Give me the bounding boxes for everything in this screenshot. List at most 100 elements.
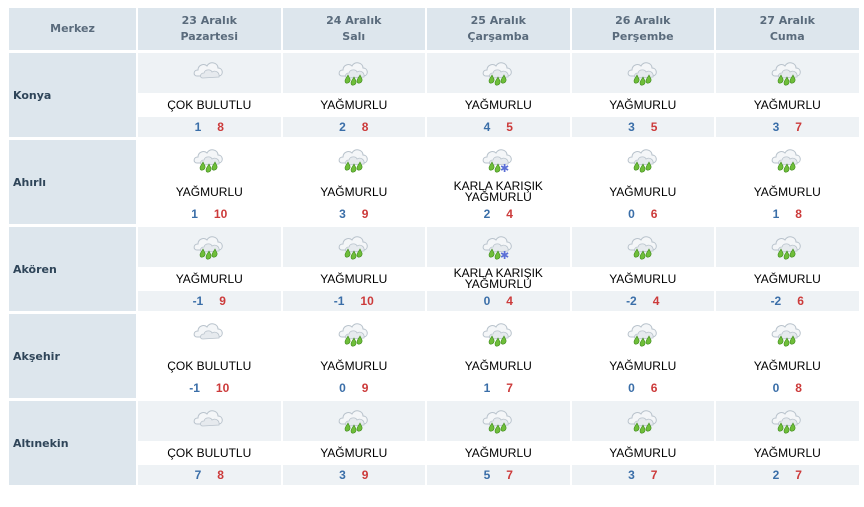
temp-max: 6: [797, 294, 804, 308]
temp-max: 6: [650, 207, 658, 221]
rain-icon: [482, 62, 512, 86]
rain-icon: [771, 149, 801, 173]
forecast-cell: YAĞMURLU -1 9: [138, 227, 281, 311]
row-location: Akören: [9, 227, 136, 311]
temp-max: 10: [360, 294, 374, 308]
temp-min: 3: [772, 120, 780, 134]
temperature-range: 37: [571, 465, 714, 485]
temp-max: 9: [361, 468, 369, 482]
temp-min: -1: [189, 381, 200, 395]
temp-max: 4: [652, 294, 660, 308]
forecast-cell: YAĞMURLU 2 8: [282, 53, 425, 137]
weather-icon-area: [571, 53, 714, 93]
header-day: 24 Aralık Salı: [282, 8, 425, 50]
header-date: 25 Aralık: [470, 14, 526, 27]
rain-icon: [771, 323, 801, 347]
header-weekday: Cuma: [769, 30, 805, 43]
forecast-cell: YAĞMURLU 3 9: [282, 401, 425, 485]
forecast-cell: YAĞMURLU 3 7: [571, 401, 714, 485]
temp-min: -2: [626, 294, 637, 308]
temperature-range: 57: [427, 465, 570, 485]
temperature-range: 06: [571, 204, 714, 224]
condition-label: YAĞMURLU: [571, 180, 714, 204]
forecast-cell: ÇOK BULUTLU 7 8: [138, 401, 281, 485]
temp-max: 4: [506, 207, 513, 221]
header-day: 26 Aralık Perşembe: [571, 8, 714, 50]
forecast-cell: YAĞMURLU 0 6: [571, 314, 714, 398]
temperature-range: 17: [427, 378, 570, 398]
weather-icon-area: ✱: [427, 227, 570, 267]
weather-icon-area: [716, 314, 859, 354]
weather-icon-area: [138, 140, 281, 180]
temp-min: -1: [333, 294, 345, 308]
condition-label: ÇOK BULUTLU: [138, 354, 281, 378]
temp-min: 3: [339, 207, 346, 221]
row-location: Ahırlı: [9, 140, 136, 224]
condition-label: YAĞMURLU: [716, 267, 859, 291]
cloudy-icon: [193, 62, 223, 79]
temp-max: 7: [650, 468, 658, 482]
temperature-range: -1 10: [138, 378, 281, 398]
temp-min: 3: [628, 468, 635, 482]
condition-label: YAĞMURLU: [282, 93, 425, 117]
condition-label: YAĞMURLU: [571, 93, 714, 117]
temperature-range: 28: [282, 117, 425, 137]
forecast-cell: YAĞMURLU 4 5: [427, 53, 570, 137]
rain-icon: [338, 62, 368, 86]
row-location: Akşehir: [9, 314, 136, 398]
condition-label: ÇOK BULUTLU: [138, 441, 281, 465]
weather-icon-area: ✱: [427, 140, 570, 180]
temperature-range: 1 10: [138, 204, 281, 224]
rain-icon: [627, 236, 657, 260]
temperature-range: 18: [716, 204, 859, 224]
header-day: 23 Aralık Pazartesi: [138, 8, 281, 50]
header-weekday: Salı: [342, 30, 366, 43]
weather-icon-area: [571, 401, 714, 441]
header-date: 23 Aralık: [181, 14, 237, 27]
temperature-range: -2 4: [571, 291, 714, 311]
temperature-range: 08: [716, 378, 859, 398]
svg-text:✱: ✱: [500, 162, 509, 175]
weather-icon-area: [427, 53, 570, 93]
temp-min: -2: [770, 294, 782, 308]
forecast-cell: YAĞMURLU -2 6: [716, 227, 859, 311]
weather-icon-area: [716, 227, 859, 267]
forecast-cell: YAĞMURLU 1 8: [716, 140, 859, 224]
temp-max: 9: [361, 381, 369, 395]
forecast-cell: ÇOK BULUTLU 1 8: [138, 53, 281, 137]
condition-label: YAĞMURLU: [282, 267, 425, 291]
condition-label: YAĞMURLU: [427, 93, 570, 117]
weather-icon-area: [138, 314, 281, 354]
condition-label: YAĞMURLU: [716, 180, 859, 204]
header-day: 25 Aralık Çarşamba: [427, 8, 570, 50]
weather-icon-area: [138, 401, 281, 441]
temperature-range: 37: [716, 117, 859, 137]
header-weekday: Pazartesi: [180, 30, 238, 43]
temp-min: 0: [628, 207, 635, 221]
weather-icon-area: [571, 140, 714, 180]
forecast-cell: ÇOK BULUTLU -1 10: [138, 314, 281, 398]
temp-max: 7: [795, 468, 802, 482]
condition-label: YAĞMURLU: [138, 180, 281, 204]
weather-icon-area: [427, 401, 570, 441]
temp-max: 8: [795, 381, 802, 395]
rain-icon: [627, 410, 657, 434]
rain-icon: [771, 62, 801, 86]
temperature-range: 09: [282, 378, 425, 398]
forecast-cell: YAĞMURLU -1 10: [282, 227, 425, 311]
temp-max: 4: [506, 294, 513, 308]
weather-icon-area: [427, 314, 570, 354]
temp-max: 10: [213, 207, 228, 221]
temp-max: 7: [795, 120, 802, 134]
cloudy-icon: [193, 410, 223, 427]
temperature-range: 45: [427, 117, 570, 137]
header-weekday: Perşembe: [611, 30, 674, 43]
temp-max: 7: [506, 468, 513, 482]
condition-label: YAĞMURLU: [716, 93, 859, 117]
weather-icon-area: [282, 401, 425, 441]
forecast-cell: YAĞMURLU 0 8: [716, 314, 859, 398]
sleet-icon: ✱: [482, 236, 512, 262]
condition-label: YAĞMURLU: [282, 441, 425, 465]
temp-max: 9: [219, 294, 226, 308]
rain-icon: [771, 236, 801, 260]
